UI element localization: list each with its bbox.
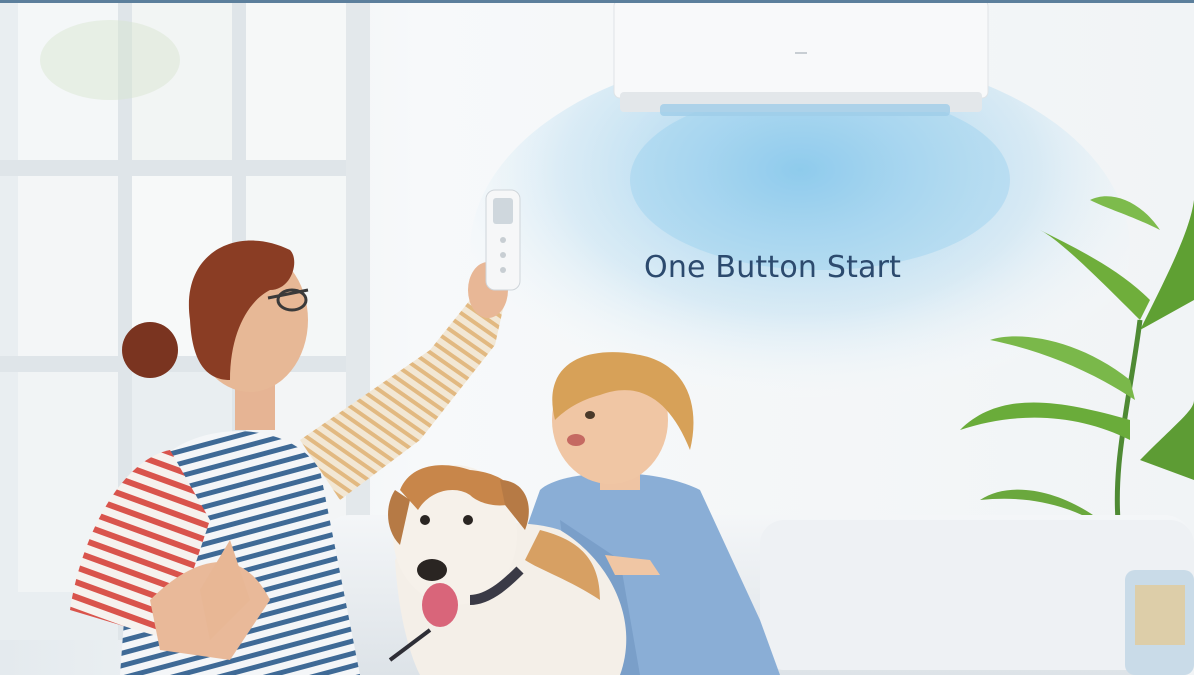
top-accent-bar: [0, 0, 1194, 3]
air-conditioner-icon: [613, 0, 989, 116]
remote-control-icon: [485, 189, 521, 291]
hero-photo: One Button Start: [0, 0, 1194, 675]
hero-illustration: [0, 0, 1194, 675]
hero-headline: One Button Start: [644, 250, 902, 285]
